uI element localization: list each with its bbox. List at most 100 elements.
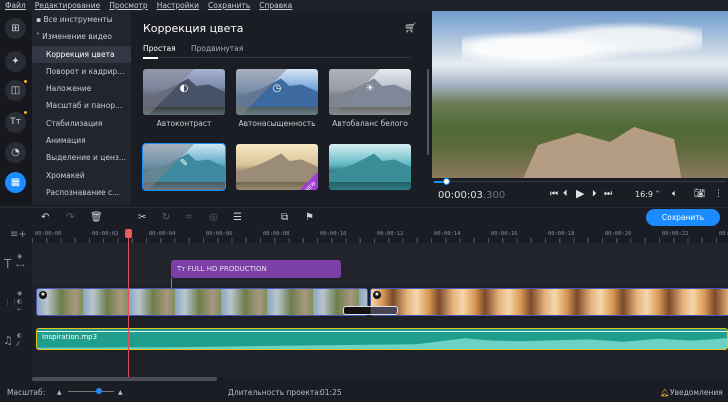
cut-icon[interactable]: ✂ xyxy=(138,212,146,223)
adjust-icon[interactable]: ☰ xyxy=(233,212,242,223)
title-clip-link xyxy=(171,278,172,288)
title-track-icon: T xyxy=(4,257,12,271)
add-media-icon[interactable]: ⊞ xyxy=(5,18,26,39)
video-track-icon: ⋮⋮ xyxy=(4,298,18,306)
pip-icon[interactable]: ⧉ xyxy=(281,212,288,223)
panel-scrollbar[interactable] xyxy=(427,69,429,155)
fade-icon[interactable]: ⁄⁄ xyxy=(17,341,19,348)
tool-rotate-crop[interactable]: Поворот и кадрир... xyxy=(32,63,131,80)
preset-magic[interactable]: ✎ xyxy=(142,143,226,191)
save-button[interactable]: Сохранить xyxy=(646,209,720,226)
skip-start-icon[interactable]: ⏮ xyxy=(550,189,558,199)
video-clip-sunset[interactable]: ★ xyxy=(370,288,728,316)
preset-warm[interactable]: NEW xyxy=(236,144,318,190)
titles-icon[interactable]: Tт xyxy=(5,112,26,133)
tool-pan-zoom[interactable]: Масштаб и панор... xyxy=(32,97,131,114)
tool-animation[interactable]: Анимация xyxy=(32,132,131,149)
play-icon[interactable]: ▶ xyxy=(576,187,584,200)
ruler-label: 00:00:02 xyxy=(92,231,119,237)
link-icon[interactable]: ⟷ xyxy=(16,262,25,269)
preview-rocks xyxy=(522,127,682,178)
timeline-scrollbar[interactable] xyxy=(32,377,217,381)
tab-simple[interactable]: Простая xyxy=(143,44,176,53)
rotate-icon[interactable]: ↻ xyxy=(162,212,170,223)
preset-teal[interactable] xyxy=(329,144,411,190)
seek-handle[interactable] xyxy=(442,178,450,185)
menu-save[interactable]: Сохранить xyxy=(208,0,250,11)
snapshot-icon[interactable]: 📷︎ xyxy=(694,189,705,199)
playhead-handle[interactable] xyxy=(125,229,132,238)
stickers-icon[interactable]: ◔ xyxy=(5,142,26,163)
undo-icon[interactable]: ↶ xyxy=(41,212,49,223)
marker-flag-icon[interactable]: ⚑ xyxy=(305,212,314,223)
add-track-icon[interactable]: ≡+ xyxy=(10,229,27,240)
preset-autocontrast[interactable]: ◐ xyxy=(143,69,225,115)
new-indicator xyxy=(24,111,27,114)
notifications-link[interactable]: Уведомления xyxy=(670,383,723,402)
redo-icon[interactable]: ↷ xyxy=(66,212,74,223)
magic-wand-icon[interactable]: ✦ xyxy=(5,51,26,72)
preset-autosaturation[interactable]: ◷ xyxy=(236,69,318,115)
zoom-slider-handle[interactable] xyxy=(96,388,102,394)
preset-label: Автоконтраст xyxy=(156,119,212,128)
tab-underline xyxy=(143,57,158,59)
zoom-in-icon[interactable]: ▲ xyxy=(118,383,123,402)
tool-color-correction[interactable]: Коррекция цвета xyxy=(32,45,131,63)
duration-label: Длительность проекта: xyxy=(228,388,322,397)
preset-label: Автобаланс белого xyxy=(332,119,408,128)
aspect-ratio-select[interactable]: 16:9 ˅ xyxy=(635,190,660,199)
favorite-icon: ★ xyxy=(39,291,47,299)
panel-title: Коррекция цвета xyxy=(143,22,244,35)
visibility-icon[interactable]: ◉ xyxy=(17,290,22,297)
more-tools-icon[interactable]: ▦ xyxy=(5,172,26,193)
cart-icon[interactable]: 🛒︎ xyxy=(404,23,417,34)
arrow-icon[interactable]: ← xyxy=(17,306,22,313)
step-forward-icon[interactable]: ⏵ xyxy=(592,189,597,199)
player-controls: 00:00:03.300 ⏮ ⏴ ▶ ⏵ ⏭ 16:9 ˅ 🔈︎ 📷︎ ⋮ xyxy=(432,178,728,205)
all-tools-link[interactable]: ▪ Все инструменты xyxy=(32,11,131,28)
all-tools-label: Все инструменты xyxy=(43,15,113,24)
zoom-out-icon[interactable]: ▲ xyxy=(57,383,62,402)
step-back-icon[interactable]: ⏴ xyxy=(563,189,568,199)
transitions-icon[interactable]: ◫ xyxy=(5,80,26,101)
tools-list: ▪ Все инструменты ˅ Изменение видео Корр… xyxy=(32,11,131,205)
tool-highlight-censor[interactable]: Выделение и ценз... xyxy=(32,149,131,166)
volume-icon[interactable]: ◐ xyxy=(17,332,22,339)
tool-chromakey[interactable]: Хромакей xyxy=(32,167,131,184)
menu-settings[interactable]: Настройки xyxy=(157,0,199,11)
ruler-label: 00:00:22 xyxy=(662,231,689,237)
transition-marker[interactable] xyxy=(343,306,398,315)
more-menu-icon[interactable]: ⋮ xyxy=(714,189,723,199)
video-clip-mountains[interactable]: ★ xyxy=(36,288,368,316)
seek-bar[interactable] xyxy=(434,181,726,182)
zoom-slider[interactable] xyxy=(68,391,114,392)
delete-icon[interactable]: 🗑︎ xyxy=(90,212,103,223)
volume-icon[interactable]: 🔈︎ xyxy=(672,189,677,199)
mute-icon[interactable]: ◐ xyxy=(17,298,22,305)
crop-icon[interactable]: ⌗ xyxy=(186,212,192,223)
menu-edit[interactable]: Редактирование xyxy=(35,0,100,11)
color-icon[interactable]: ◎ xyxy=(209,212,218,223)
ruler-label: 00:00:00 xyxy=(35,231,62,237)
skip-end-icon[interactable]: ⏭ xyxy=(604,189,612,199)
tool-overlay[interactable]: Наложение xyxy=(32,80,131,97)
tool-recognition[interactable]: Распознавание с... xyxy=(32,184,131,201)
menu-view[interactable]: Просмотр xyxy=(109,0,148,11)
preset-white-balance[interactable]: ☀ xyxy=(329,69,411,115)
bell-icon: 🔔︎ xyxy=(660,388,670,397)
menu-file[interactable]: Файл xyxy=(5,0,26,11)
playhead-line xyxy=(128,231,129,381)
group-video-edit[interactable]: ˅ Изменение видео xyxy=(32,28,131,45)
tab-advanced[interactable]: Продвинутая xyxy=(191,44,243,53)
menu-help[interactable]: Справка xyxy=(259,0,292,11)
title-clip[interactable]: Tт FULL HD PRODUCTION xyxy=(171,260,341,278)
audio-clip[interactable]: Inspiration.mp3 xyxy=(36,328,728,350)
color-correction-panel: Коррекция цвета 🛒︎ Простая Продвинутая ◐… xyxy=(131,11,430,205)
zoom-label: Масштаб: xyxy=(7,388,46,397)
bulb-icon: ☀ xyxy=(365,83,375,94)
volume-line[interactable] xyxy=(37,331,727,332)
ruler-label: 00:00:20 xyxy=(605,231,632,237)
visibility-icon[interactable]: ◉ xyxy=(17,253,22,260)
audio-waveform xyxy=(37,338,727,349)
tool-stabilization[interactable]: Стабилизация xyxy=(32,115,131,132)
